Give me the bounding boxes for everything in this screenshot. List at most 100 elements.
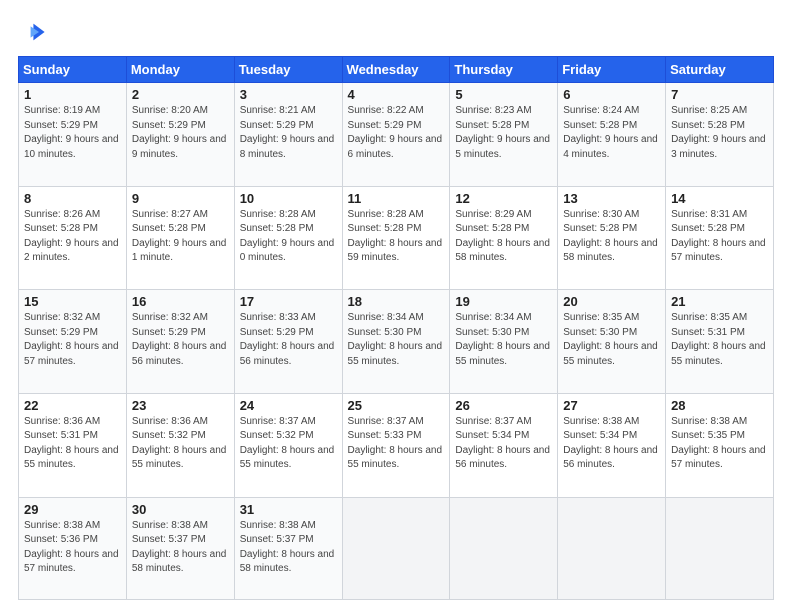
day-detail: Sunrise: 8:19 AMSunset: 5:29 PMDaylight:…: [24, 104, 121, 162]
day-detail: Sunrise: 8:32 AMSunset: 5:29 PMDaylight:…: [24, 311, 121, 369]
day-number: 18: [348, 294, 445, 309]
day-detail: Sunrise: 8:36 AMSunset: 5:31 PMDaylight:…: [24, 415, 121, 473]
calendar-cell: 25Sunrise: 8:37 AMSunset: 5:33 PMDayligh…: [342, 393, 450, 497]
calendar-cell: 20 Sunrise: 8:35 AMSunset: 5:30 PMDayligh…: [558, 290, 666, 394]
day-detail: Sunrise: 8:37 AMSunset: 5:33 PMDaylight:…: [348, 415, 445, 473]
day-detail: Sunrise: 8:25 AMSunset: 5:28 PMDaylight:…: [671, 104, 768, 162]
day-number: 9: [132, 191, 229, 206]
day-detail: Sunrise: 8:28 AMSunset: 5:28 PMDaylight:…: [240, 208, 337, 266]
calendar-cell: 13 Sunrise: 8:30 AMSunset: 5:28 PMDayligh…: [558, 186, 666, 290]
day-number: 26: [455, 398, 552, 413]
day-number: 20: [563, 294, 660, 309]
calendar-cell: 11 Sunrise: 8:28 AMSunset: 5:28 PMDayligh…: [342, 186, 450, 290]
col-header-thursday: Thursday: [450, 57, 558, 83]
day-detail: Sunrise: 8:21 AMSunset: 5:29 PMDaylight:…: [240, 104, 337, 162]
day-number: 7: [671, 87, 768, 102]
calendar-cell: 31Sunrise: 8:38 AMSunset: 5:37 PMDayligh…: [234, 497, 342, 599]
day-number: 28: [671, 398, 768, 413]
calendar-cell: 23 Sunrise: 8:36 AMSunset: 5:32 PMDayligh…: [126, 393, 234, 497]
day-detail: Sunrise: 8:20 AMSunset: 5:29 PMDaylight:…: [132, 104, 229, 162]
day-detail: Sunrise: 8:23 AMSunset: 5:28 PMDaylight:…: [455, 104, 552, 162]
calendar-cell: 6 Sunrise: 8:24 AMSunset: 5:28 PMDaylight…: [558, 83, 666, 187]
day-number: 1: [24, 87, 121, 102]
col-header-wednesday: Wednesday: [342, 57, 450, 83]
day-number: 29: [24, 502, 121, 517]
calendar-cell: 27Sunrise: 8:38 AMSunset: 5:34 PMDayligh…: [558, 393, 666, 497]
day-detail: Sunrise: 8:38 AMSunset: 5:35 PMDaylight:…: [671, 415, 768, 473]
day-number: 30: [132, 502, 229, 517]
day-number: 2: [132, 87, 229, 102]
calendar-cell: 16Sunrise: 8:32 AMSunset: 5:29 PMDayligh…: [126, 290, 234, 394]
day-detail: Sunrise: 8:33 AMSunset: 5:29 PMDaylight:…: [240, 311, 337, 369]
calendar-cell: 15Sunrise: 8:32 AMSunset: 5:29 PMDayligh…: [19, 290, 127, 394]
day-detail: Sunrise: 8:38 AMSunset: 5:37 PMDaylight:…: [240, 519, 337, 577]
calendar-header-row: SundayMondayTuesdayWednesdayThursdayFrid…: [19, 57, 774, 83]
calendar-cell: 8Sunrise: 8:26 AMSunset: 5:28 PMDaylight…: [19, 186, 127, 290]
day-detail: Sunrise: 8:27 AMSunset: 5:28 PMDaylight:…: [132, 208, 229, 266]
calendar-cell: 30 Sunrise: 8:38 AMSunset: 5:37 PMDayligh…: [126, 497, 234, 599]
day-detail: Sunrise: 8:36 AMSunset: 5:32 PMDaylight:…: [132, 415, 229, 473]
calendar-body: 1 Sunrise: 8:19 AMSunset: 5:29 PMDaylight…: [19, 83, 774, 600]
day-number: 12: [455, 191, 552, 206]
day-detail: Sunrise: 8:35 AMSunset: 5:31 PMDaylight:…: [671, 311, 768, 369]
calendar-cell: 24Sunrise: 8:37 AMSunset: 5:32 PMDayligh…: [234, 393, 342, 497]
logo: [18, 18, 50, 46]
calendar-row-5: 29 Sunrise: 8:38 AMSunset: 5:36 PMDayligh…: [19, 497, 774, 599]
col-header-friday: Friday: [558, 57, 666, 83]
day-number: 3: [240, 87, 337, 102]
day-detail: Sunrise: 8:38 AMSunset: 5:34 PMDaylight:…: [563, 415, 660, 473]
calendar-cell: 29 Sunrise: 8:38 AMSunset: 5:36 PMDayligh…: [19, 497, 127, 599]
day-detail: Sunrise: 8:31 AMSunset: 5:28 PMDaylight:…: [671, 208, 768, 266]
day-detail: Sunrise: 8:34 AMSunset: 5:30 PMDaylight:…: [455, 311, 552, 369]
col-header-sunday: Sunday: [19, 57, 127, 83]
calendar-cell: 12 Sunrise: 8:29 AMSunset: 5:28 PMDayligh…: [450, 186, 558, 290]
col-header-monday: Monday: [126, 57, 234, 83]
day-detail: Sunrise: 8:35 AMSunset: 5:30 PMDaylight:…: [563, 311, 660, 369]
calendar-cell: 5 Sunrise: 8:23 AMSunset: 5:28 PMDaylight…: [450, 83, 558, 187]
day-detail: Sunrise: 8:38 AMSunset: 5:36 PMDaylight:…: [24, 519, 121, 577]
day-detail: Sunrise: 8:22 AMSunset: 5:29 PMDaylight:…: [348, 104, 445, 162]
day-detail: Sunrise: 8:29 AMSunset: 5:28 PMDaylight:…: [455, 208, 552, 266]
day-number: 11: [348, 191, 445, 206]
day-detail: Sunrise: 8:26 AMSunset: 5:28 PMDaylight:…: [24, 208, 121, 266]
calendar-cell: [342, 497, 450, 599]
day-detail: Sunrise: 8:37 AMSunset: 5:34 PMDaylight:…: [455, 415, 552, 473]
calendar-row-3: 15Sunrise: 8:32 AMSunset: 5:29 PMDayligh…: [19, 290, 774, 394]
calendar-cell: 28 Sunrise: 8:38 AMSunset: 5:35 PMDayligh…: [666, 393, 774, 497]
calendar-cell: 19 Sunrise: 8:34 AMSunset: 5:30 PMDayligh…: [450, 290, 558, 394]
calendar-cell: 26 Sunrise: 8:37 AMSunset: 5:34 PMDayligh…: [450, 393, 558, 497]
day-detail: Sunrise: 8:24 AMSunset: 5:28 PMDaylight:…: [563, 104, 660, 162]
day-detail: Sunrise: 8:28 AMSunset: 5:28 PMDaylight:…: [348, 208, 445, 266]
calendar-row-1: 1 Sunrise: 8:19 AMSunset: 5:29 PMDaylight…: [19, 83, 774, 187]
calendar-cell: 4Sunrise: 8:22 AMSunset: 5:29 PMDaylight…: [342, 83, 450, 187]
calendar-cell: 21 Sunrise: 8:35 AMSunset: 5:31 PMDayligh…: [666, 290, 774, 394]
day-number: 5: [455, 87, 552, 102]
day-number: 23: [132, 398, 229, 413]
day-number: 16: [132, 294, 229, 309]
day-detail: Sunrise: 8:34 AMSunset: 5:30 PMDaylight:…: [348, 311, 445, 369]
header: [18, 18, 774, 46]
calendar-table: SundayMondayTuesdayWednesdayThursdayFrid…: [18, 56, 774, 600]
day-number: 14: [671, 191, 768, 206]
day-number: 6: [563, 87, 660, 102]
day-number: 19: [455, 294, 552, 309]
day-number: 22: [24, 398, 121, 413]
calendar-cell: 7 Sunrise: 8:25 AMSunset: 5:28 PMDaylight…: [666, 83, 774, 187]
calendar-cell: 1 Sunrise: 8:19 AMSunset: 5:29 PMDaylight…: [19, 83, 127, 187]
logo-icon: [18, 18, 46, 46]
day-detail: Sunrise: 8:37 AMSunset: 5:32 PMDaylight:…: [240, 415, 337, 473]
calendar-cell: 14 Sunrise: 8:31 AMSunset: 5:28 PMDayligh…: [666, 186, 774, 290]
calendar-cell: 3 Sunrise: 8:21 AMSunset: 5:29 PMDaylight…: [234, 83, 342, 187]
calendar-row-4: 22 Sunrise: 8:36 AMSunset: 5:31 PMDayligh…: [19, 393, 774, 497]
day-detail: Sunrise: 8:38 AMSunset: 5:37 PMDaylight:…: [132, 519, 229, 577]
calendar-cell: 22 Sunrise: 8:36 AMSunset: 5:31 PMDayligh…: [19, 393, 127, 497]
day-number: 17: [240, 294, 337, 309]
day-number: 13: [563, 191, 660, 206]
calendar-cell: [666, 497, 774, 599]
calendar-cell: [558, 497, 666, 599]
calendar-cell: 17 Sunrise: 8:33 AMSunset: 5:29 PMDayligh…: [234, 290, 342, 394]
day-detail: Sunrise: 8:30 AMSunset: 5:28 PMDaylight:…: [563, 208, 660, 266]
col-header-tuesday: Tuesday: [234, 57, 342, 83]
page: SundayMondayTuesdayWednesdayThursdayFrid…: [0, 0, 792, 612]
day-number: 21: [671, 294, 768, 309]
